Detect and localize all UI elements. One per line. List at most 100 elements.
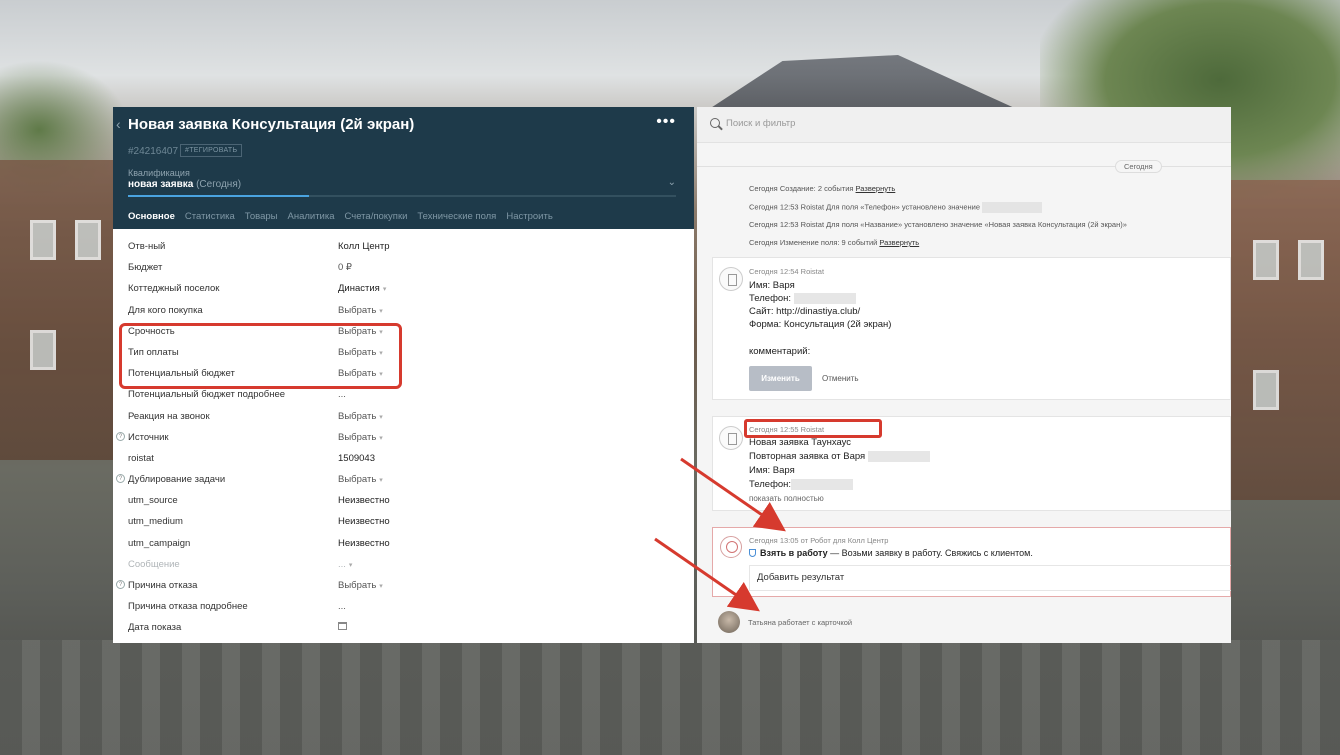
stage-progress-bar (128, 195, 676, 197)
tab-2[interactable]: Товары (245, 211, 278, 231)
calendar-icon[interactable] (338, 622, 347, 631)
cancel-button[interactable]: Отменить (822, 374, 859, 383)
field-value[interactable]: Династия ▾ (338, 283, 386, 294)
chevron-left-icon[interactable]: ‹ (116, 116, 121, 132)
field-value[interactable]: Выбрать ▾ (338, 432, 383, 443)
highlight-frame-fields (119, 323, 402, 389)
more-dots-icon[interactable]: ••• (656, 113, 676, 131)
highlight-frame-note-meta (744, 419, 882, 438)
presence-text: Татьяна работает с карточкой (748, 618, 853, 627)
note-line: Имя: Варя (749, 280, 795, 291)
tab-3[interactable]: Аналитика (287, 211, 334, 231)
chevron-down-icon[interactable]: ⌄ (668, 177, 676, 188)
search-input[interactable]: Поиск и фильтр (726, 118, 795, 129)
field-value[interactable]: Неизвестно (338, 495, 390, 506)
tab-1[interactable]: Статистика (185, 211, 235, 231)
system-event: Сегодня Изменение поля: 9 событий Развер… (749, 238, 919, 247)
chevron-down-icon: ▾ (379, 307, 383, 315)
field-value-text: Неизвестно (338, 516, 390, 528)
field-label: Сообщение (128, 558, 180, 570)
tag-button[interactable]: #ТЕГИРОВАТЬ (180, 144, 243, 157)
add-result-input[interactable]: Добавить результат (749, 565, 1231, 591)
field-label: Для кого покупка (128, 304, 203, 316)
system-event: Сегодня 12:53 Roistat Для поля «Телефон»… (749, 202, 1043, 213)
field-value-text: 1509043 (338, 452, 375, 464)
field-value-text: Выбрать (338, 580, 377, 591)
system-event: Сегодня Создание: 2 события Развернуть (749, 184, 895, 193)
field-label: utm_medium (128, 516, 183, 528)
note-icon (719, 267, 743, 291)
field-label: Дублирование задачи (128, 474, 226, 486)
stage-date: (Сегодня) (196, 179, 242, 190)
field-value-text: ... (338, 389, 346, 401)
stage-select[interactable]: новая заявка (Сегодня) (128, 179, 241, 190)
field-value[interactable]: ... (338, 389, 346, 400)
note-line: Форма: Консультация (2й экран) (749, 319, 892, 330)
background-wall (0, 640, 1340, 755)
show-full-link[interactable]: показать полностью (749, 494, 824, 503)
change-button[interactable]: Изменить (749, 366, 812, 391)
note-card: Сегодня 12:54 Roistat Имя: Варя Телефон:… (712, 257, 1231, 400)
redacted-phone (982, 202, 1043, 213)
field-value[interactable]: Выбрать ▾ (338, 305, 383, 316)
tab-6[interactable]: Настроить (506, 211, 552, 231)
note-line: Сайт: http://dinastiya.club/ (749, 306, 861, 317)
task-title[interactable]: Взять в работу (760, 548, 828, 558)
expand-link[interactable]: Развернуть (879, 238, 919, 247)
lead-title[interactable]: Новая заявка Консультация (2й экран) (128, 116, 414, 133)
note-line: Новая заявка Таунхаус (749, 437, 852, 448)
lead-id: #24216407 (128, 146, 179, 157)
field-value[interactable]: Выбрать ▾ (338, 580, 383, 591)
avatar (718, 611, 740, 633)
field-value-text: Выбрать (338, 431, 377, 443)
feed-panel: Поиск и фильтр Сегодня Сегодня Создание:… (697, 107, 1231, 643)
chevron-down-icon: ▾ (379, 434, 383, 442)
field-label: Отв-ный (128, 241, 166, 252)
note-line: Телефон: (749, 293, 856, 304)
tab-0[interactable]: Основное (128, 211, 175, 231)
field-value[interactable]: Неизвестно (338, 516, 390, 527)
field-row: Реакция на звонок Выбрать ▾ (113, 407, 694, 428)
note-line: Повторная заявка от Варя (749, 451, 930, 462)
tab-4[interactable]: Счета/покупки (345, 211, 408, 231)
day-label: Сегодня (1115, 160, 1162, 173)
system-event-text: Сегодня Изменение поля: 9 событий (749, 238, 880, 247)
field-value[interactable]: 0 ₽ (338, 262, 352, 273)
field-row: Отв-ный Колл Центр (113, 237, 694, 258)
field-value[interactable]: ... ▾ (338, 559, 352, 570)
field-row: Коттеджный поселок Династия ▾ (113, 279, 694, 300)
task-line: Взять в работу — Возьми заявку в работу.… (749, 548, 1033, 558)
note-icon (719, 426, 743, 450)
tab-5[interactable]: Технические поля (417, 211, 496, 231)
pipeline-label: Квалификация (128, 168, 190, 178)
lead-card-panel: ‹ Новая заявка Консультация (2й экран) •… (113, 107, 694, 643)
field-value[interactable]: Колл Центр (338, 241, 390, 252)
help-icon[interactable]: ? (116, 474, 125, 484)
field-label: Причина отказа (128, 580, 198, 591)
field-value-text: Выбрать (338, 304, 377, 316)
help-icon[interactable]: ? (116, 580, 125, 589)
shield-icon (749, 549, 756, 557)
field-value-text: ... (338, 601, 346, 613)
expand-link[interactable]: Развернуть (856, 184, 896, 193)
field-value[interactable]: ... (338, 601, 346, 612)
background-roof (700, 55, 1030, 115)
field-value[interactable]: 1509043 (338, 453, 375, 464)
field-value[interactable]: Выбрать ▾ (338, 411, 383, 422)
field-label: Коттеджный поселок (128, 283, 220, 295)
system-event-text: Сегодня Создание: 2 события (749, 184, 856, 193)
field-label: roistat (128, 452, 154, 464)
field-value-text: Колл Центр (338, 241, 390, 252)
field-value[interactable]: Выбрать ▾ (338, 474, 383, 485)
help-icon[interactable]: ? (116, 431, 125, 441)
field-row: utm_medium Неизвестно (113, 512, 694, 533)
field-row: Причина отказа подробнее... (113, 597, 694, 618)
system-event-text: Сегодня 12:53 Roistat Для поля «Телефон»… (749, 202, 981, 212)
search-bar[interactable]: Поиск и фильтр (697, 107, 1231, 143)
field-value-text: Выбрать (338, 474, 377, 486)
note-line: Телефон: (749, 479, 854, 490)
field-value[interactable]: Неизвестно (338, 538, 390, 549)
search-icon (710, 118, 720, 128)
field-value-text: Неизвестно (338, 537, 390, 549)
background-house-right (1228, 180, 1340, 500)
